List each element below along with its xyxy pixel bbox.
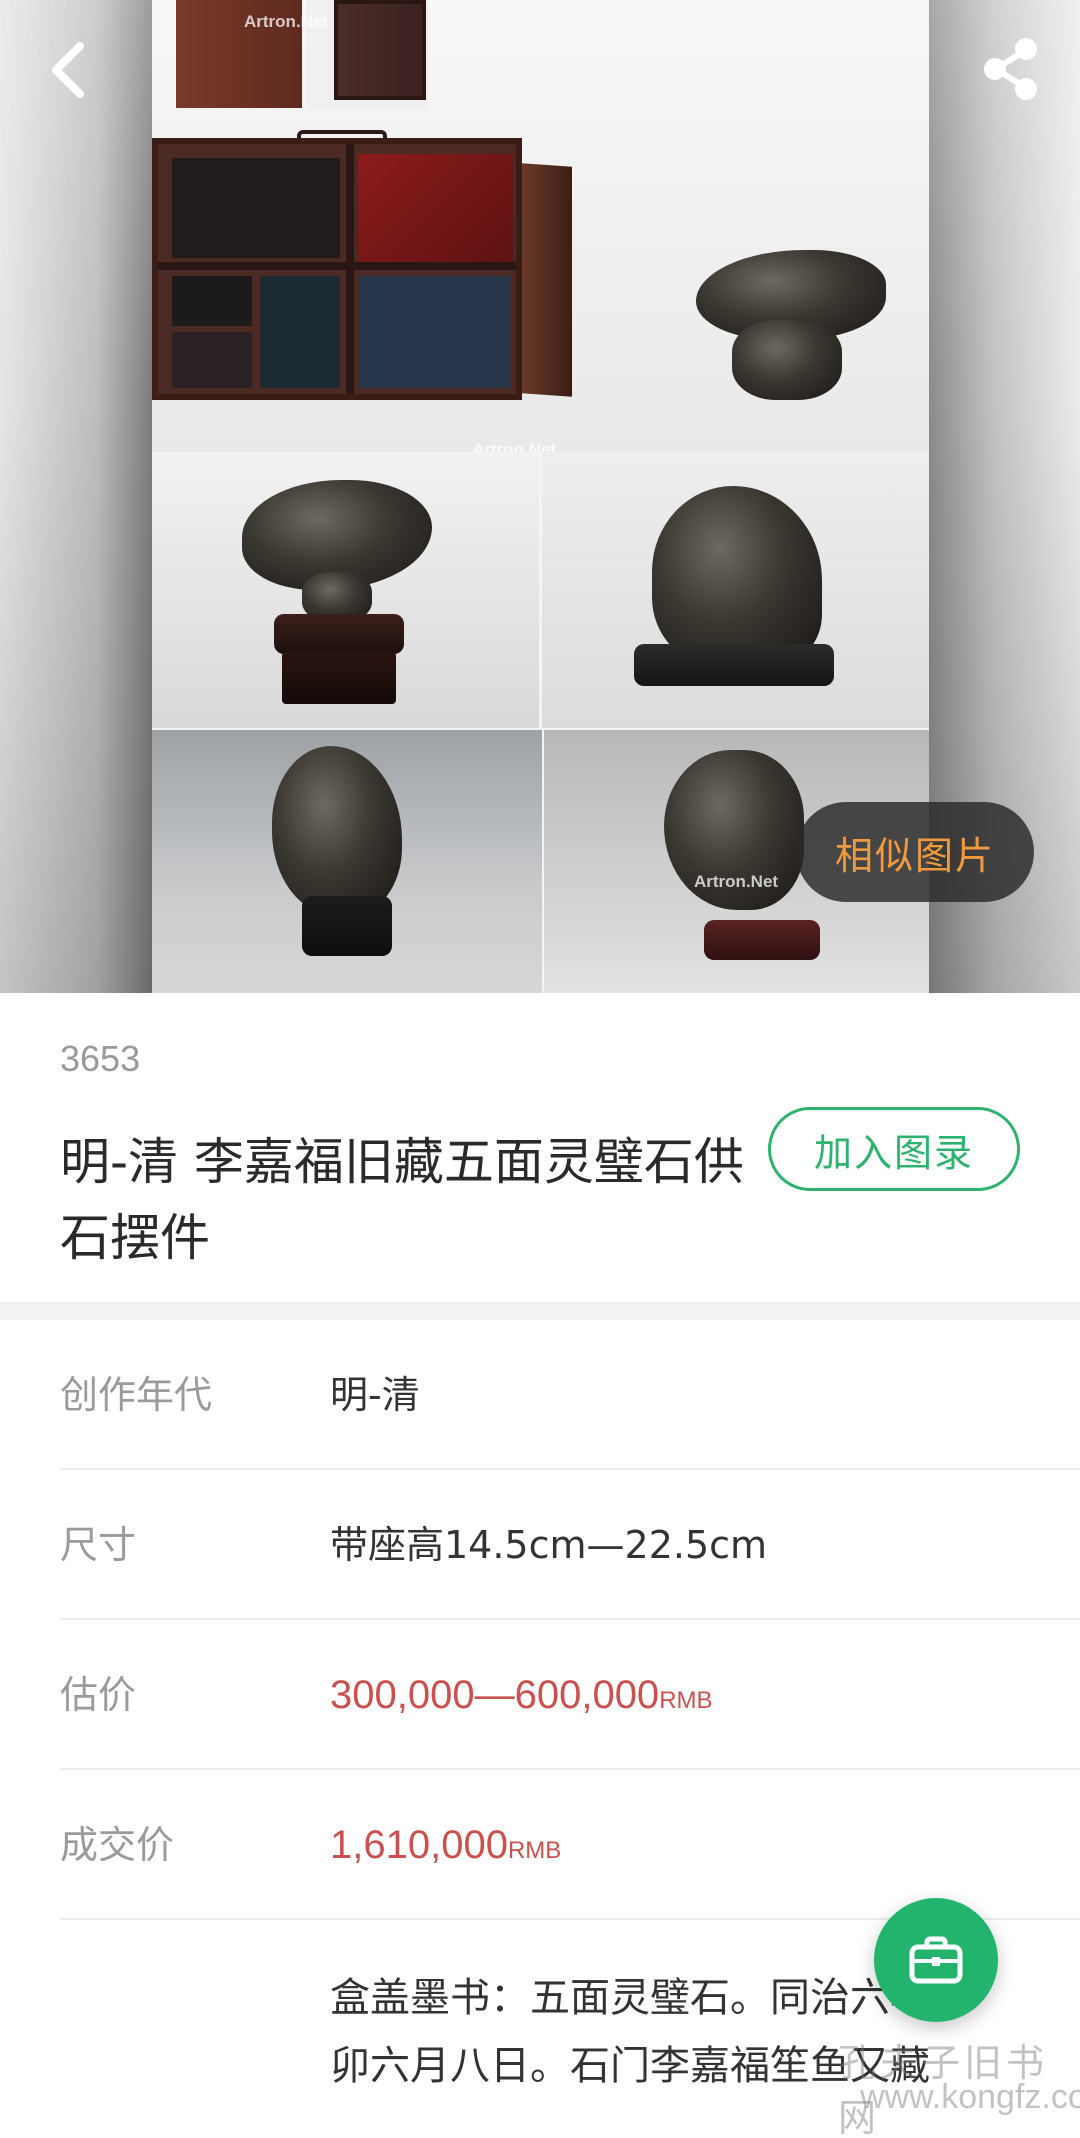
scholar-rock-3	[652, 486, 822, 666]
photo-panel-box: Artron.Net Artron.Net	[152, 0, 929, 452]
photo-panel-rock-4	[152, 730, 542, 993]
share-button[interactable]	[980, 36, 1042, 102]
detail-label: 创作年代	[60, 1373, 213, 1417]
rosewood-stand-5	[704, 920, 820, 960]
lot-title: 明-清 李嘉福旧藏五面灵璧石供石摆件	[60, 1133, 744, 1267]
detail-value: 明-清	[330, 1373, 420, 1417]
toolbox-fab-button[interactable]	[874, 1898, 998, 2022]
currency-unit: RMB	[507, 1837, 562, 1864]
detail-row-estimate: 估价 300,000—600,000RMB	[60, 1620, 1080, 1770]
lot-number: 3653	[60, 1038, 141, 1079]
hammer-price-value: 1,610,000	[330, 1823, 508, 1867]
site-watermark-url: www.kongfz.com	[860, 2078, 1080, 2116]
site-watermark: 孔夫子旧书网 www.kongfz.com	[820, 2030, 1080, 2138]
detail-label: 成交价	[60, 1823, 175, 1867]
box-door	[522, 163, 572, 397]
rosewood-stand-2-legs	[282, 652, 396, 704]
hammer-price: 1,610,000RMB	[330, 1770, 561, 1920]
scholar-rock-1-base	[732, 320, 842, 400]
estimate-price: 300,000—600,000RMB	[330, 1620, 713, 1770]
detail-value: 带座高14.5cm—22.5cm	[330, 1523, 768, 1567]
add-to-catalog-button[interactable]: 加入图录	[768, 1107, 1020, 1191]
back-button[interactable]	[46, 40, 90, 100]
scholar-rock-4	[272, 746, 402, 916]
detail-label: 估价	[60, 1673, 137, 1717]
watermark-text: Artron.Net	[694, 872, 779, 891]
hero-image-area[interactable]: Artron.Net Artron.Net Artron.Net 相似图片	[0, 0, 1080, 993]
photo-panel-rock-2	[152, 452, 539, 728]
photo-panel-rock-3	[542, 452, 929, 728]
detail-label: 尺寸	[60, 1523, 137, 1567]
rosewood-stand-4	[302, 896, 392, 956]
share-icon	[984, 38, 1037, 100]
wooden-display-box	[152, 138, 522, 400]
currency-unit: RMB	[659, 1687, 713, 1714]
detail-row-size: 尺寸 带座高14.5cm—22.5cm	[60, 1470, 1080, 1620]
detail-row-hammer-price: 成交价 1,610,000RMB	[60, 1770, 1080, 1920]
rosewood-stand-2	[274, 614, 404, 654]
watermark-text: Artron.Net	[244, 12, 329, 31]
section-divider	[0, 1302, 1080, 1320]
watermark-text: Artron.Net	[472, 440, 557, 452]
rock-base-3	[634, 644, 834, 686]
estimate-price-value: 300,000—600,000	[330, 1673, 660, 1717]
similar-images-button[interactable]: 相似图片	[796, 802, 1034, 902]
detail-row-era: 创作年代 明-清	[60, 1320, 1080, 1470]
chevron-left-icon	[52, 42, 84, 98]
briefcase-icon	[909, 1936, 963, 1984]
